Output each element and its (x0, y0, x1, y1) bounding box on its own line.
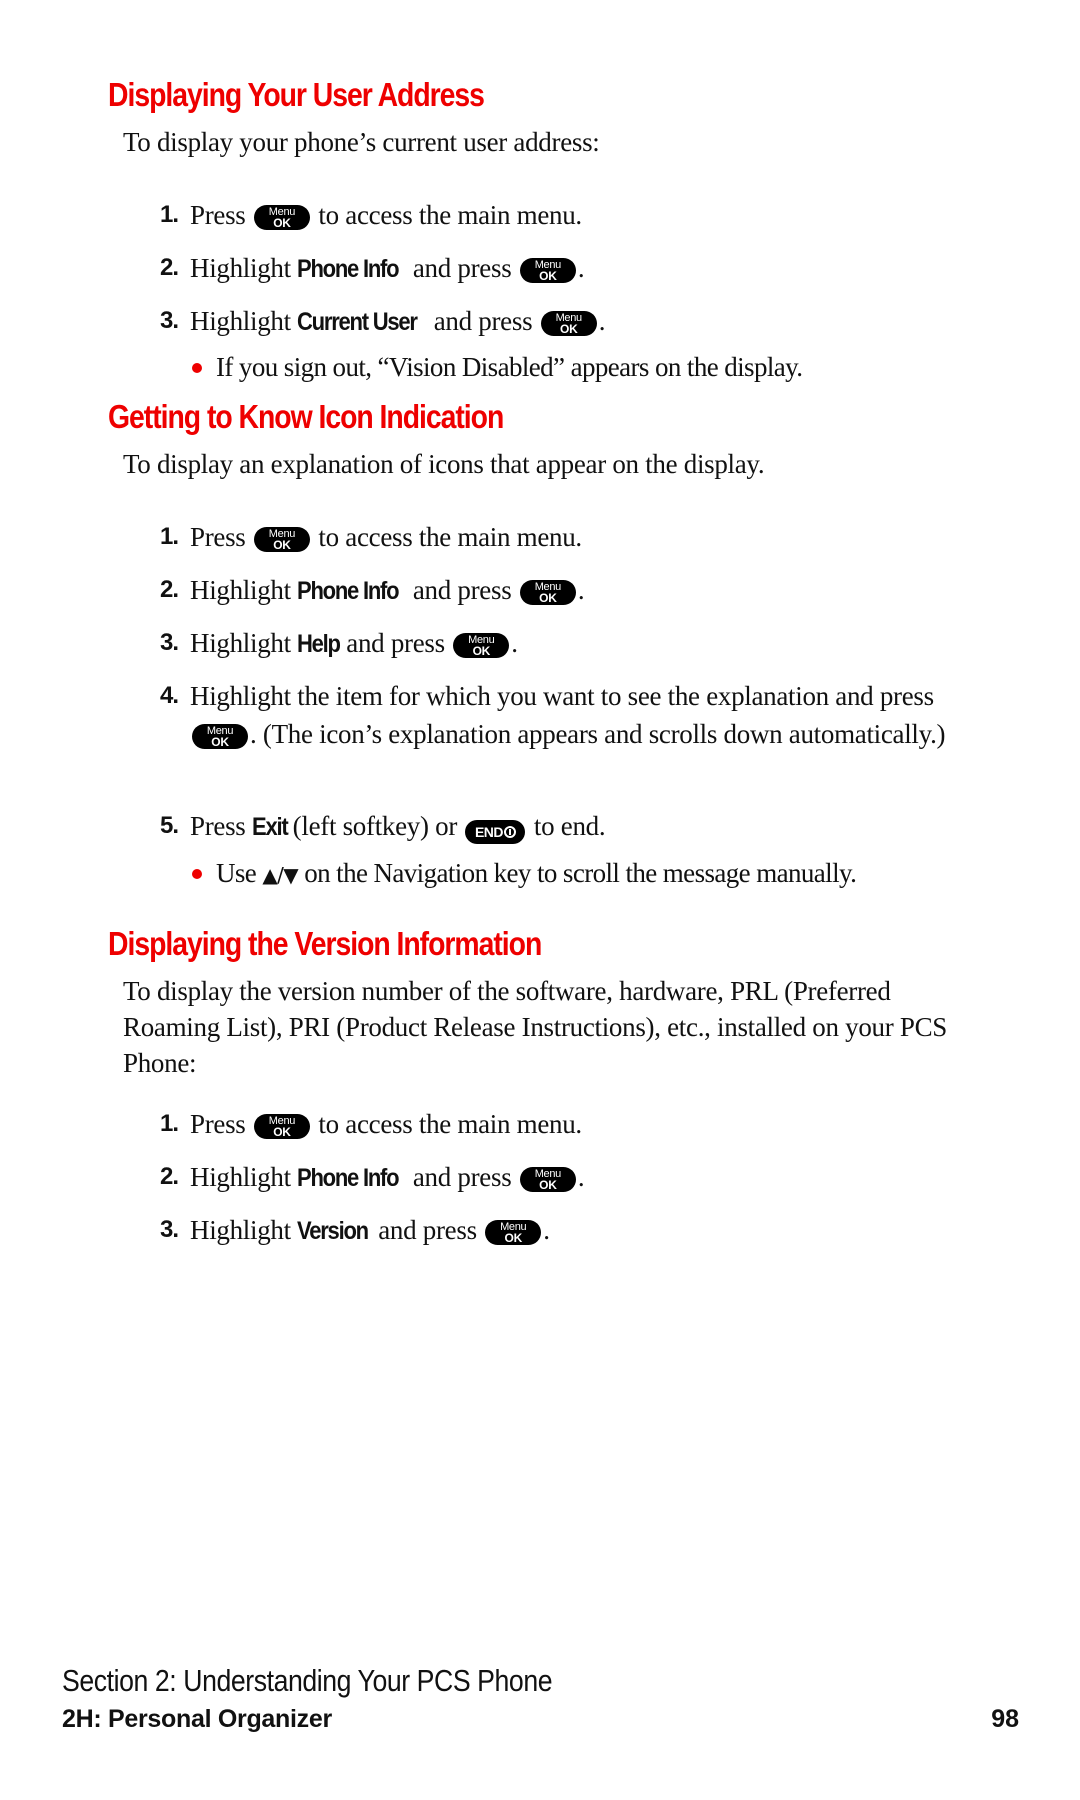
section-heading-version-info: Displaying the Version Information (108, 925, 542, 962)
softkey-keyword: Exit (251, 813, 289, 841)
step-text: Highlight (190, 628, 291, 658)
bullet-note: Use ▲/▼ on the Navigation key to scroll … (192, 855, 857, 893)
step-text: Press (190, 200, 246, 230)
step-item: 2. Highlight Phone Info and press Menu OK… (160, 1158, 585, 1197)
bullet-icon (192, 869, 202, 879)
page-number: 98 (991, 1705, 1019, 1733)
step-text: and press (412, 253, 512, 283)
step-number: 1. (160, 201, 179, 228)
step-item: 1. Press Menu OK to access the main menu. (160, 196, 582, 234)
step-text: and press (433, 306, 533, 336)
footer-chapter-title: 2H: Personal Organizer (62, 1705, 332, 1733)
step-number: 3. (160, 1216, 179, 1243)
section-heading-icon-indication: Getting to Know Icon Indication (108, 398, 504, 435)
menu-keyword: Help (297, 630, 341, 658)
bullet-note: If you sign out, “Vision Disabled” appea… (192, 349, 803, 385)
menu-ok-key-icon: Menu OK (253, 1114, 310, 1139)
step-item: 4. Highlight the item for which you want… (160, 677, 960, 753)
bullet-icon (192, 363, 202, 373)
step-number: 3. (160, 307, 179, 334)
menu-keyword: Version (297, 1217, 369, 1245)
menu-ok-key-icon: Menu OK (253, 527, 310, 552)
step-item: 3. Highlight Help and press Menu OK. (160, 624, 518, 663)
step-text: to end. (533, 811, 606, 841)
step-text: to access the main menu. (318, 522, 582, 552)
step-text: and press (412, 575, 512, 605)
step-text: and press (346, 628, 445, 658)
menu-ok-key-icon: Menu OK (485, 1220, 542, 1245)
step-text: Highlight (190, 1162, 291, 1192)
step-text: Highlight (190, 1215, 291, 1245)
step-number: 4. (160, 682, 179, 709)
step-text: and press (378, 1215, 477, 1245)
step-text: Press (190, 811, 246, 841)
section-intro: To display the version number of the sof… (123, 976, 948, 1078)
manual-page: Displaying Your User Address To display … (0, 0, 1080, 1800)
step-text: Press (190, 522, 246, 552)
menu-ok-key-icon: Menu OK (453, 633, 510, 658)
step-item: 5. Press Exit (left softkey) or END to e… (160, 807, 606, 846)
menu-ok-key-icon: Menu OK (519, 1167, 576, 1192)
up-down-arrow-icon: ▲/▼ (262, 863, 299, 887)
menu-ok-key-icon: Menu OK (253, 205, 310, 230)
menu-keyword: Phone Info (297, 255, 400, 283)
step-text: Highlight the item for which you want to… (190, 681, 934, 711)
step-item: 1. Press Menu OK to access the main menu. (160, 1105, 582, 1143)
step-item: 2. Highlight Phone Info and press Menu OK… (160, 571, 585, 610)
step-text: Highlight (190, 575, 291, 605)
step-text: to access the main menu. (318, 200, 582, 230)
step-item: 3. Highlight Version and press Menu OK. (160, 1211, 550, 1250)
step-text: Highlight (190, 306, 291, 336)
step-text: and press (412, 1162, 512, 1192)
step-number: 3. (160, 629, 179, 656)
step-number: 5. (160, 812, 179, 839)
menu-keyword: Current User (297, 308, 418, 336)
step-number: 1. (160, 523, 179, 550)
step-text: to access the main menu. (318, 1109, 582, 1139)
section-heading-user-address: Displaying Your User Address (108, 76, 485, 113)
step-item: 3. Highlight Current User and press Menu… (160, 302, 606, 341)
power-icon (504, 826, 516, 838)
footer-section-title: Section 2: Understanding Your PCS Phone (62, 1663, 553, 1698)
menu-ok-key-icon: Menu OK (540, 311, 597, 336)
step-number: 1. (160, 1110, 179, 1137)
step-number: 2. (160, 1163, 179, 1190)
step-text: Press (190, 1109, 246, 1139)
menu-ok-key-icon: Menu OK (519, 258, 576, 283)
menu-keyword: Phone Info (297, 1164, 400, 1192)
end-power-key-icon: END (465, 820, 526, 844)
step-number: 2. (160, 576, 179, 603)
step-text: Highlight (190, 253, 291, 283)
menu-ok-key-icon: Menu OK (192, 724, 248, 749)
step-number: 2. (160, 254, 179, 281)
section-intro: To display your phone’s current user add… (123, 127, 600, 157)
section-intro: To display an explanation of icons that … (123, 449, 765, 479)
step-item: 1. Press Menu OK to access the main menu. (160, 518, 582, 556)
menu-keyword: Phone Info (297, 577, 400, 605)
step-text: . (The icon’s explanation appears and sc… (250, 719, 946, 749)
step-text: (left softkey) or (292, 811, 458, 841)
menu-ok-key-icon: Menu OK (519, 580, 576, 605)
step-item: 2. Highlight Phone Info and press Menu OK… (160, 249, 585, 288)
